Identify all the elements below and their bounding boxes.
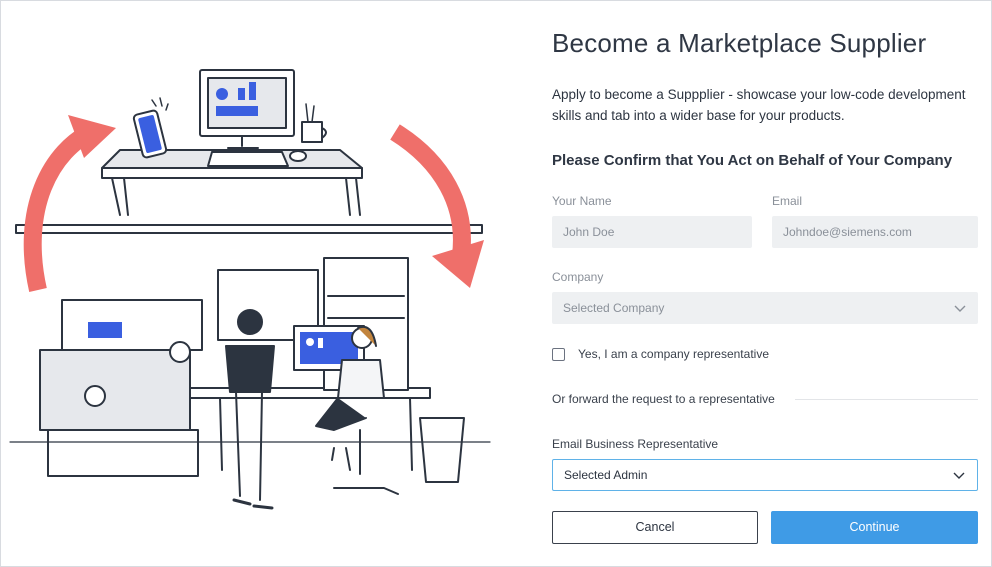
- workspace-illustration: [0, 0, 530, 567]
- chevron-down-icon: [953, 472, 965, 479]
- representative-checkbox-row[interactable]: Yes, I am a company representative: [552, 346, 769, 362]
- name-field[interactable]: John Doe: [552, 216, 752, 248]
- chevron-down-icon: [954, 305, 966, 312]
- page-description: Apply to become a Suppplier - showcase y…: [552, 87, 966, 123]
- company-select[interactable]: Selected Company: [552, 292, 978, 324]
- email-field[interactable]: Johndoe@siemens.com: [772, 216, 978, 248]
- business-rep-select-value: Selected Admin: [564, 468, 648, 482]
- cancel-button[interactable]: Cancel: [552, 511, 758, 544]
- supplier-form-panel: Become a Marketplace Supplier Apply to b…: [552, 0, 978, 567]
- office-illustration: [9, 69, 491, 510]
- business-rep-label: Email Business Representative: [552, 437, 719, 451]
- divider: [795, 399, 978, 400]
- representative-checkbox[interactable]: [552, 347, 565, 361]
- company-label: Company: [552, 270, 604, 284]
- representative-checkbox-label: Yes, I am a company representative: [578, 347, 769, 361]
- forward-request-text: Or forward the request to a representati…: [552, 392, 775, 406]
- confirm-heading: Please Confirm that You Act on Behalf of…: [552, 152, 953, 169]
- page-title: Become a Marketplace Supplier: [552, 28, 927, 58]
- business-rep-select[interactable]: Selected Admin: [552, 459, 978, 491]
- continue-button[interactable]: Continue: [771, 511, 978, 544]
- company-select-value: Selected Company: [563, 301, 665, 315]
- email-label: Email: [772, 194, 803, 208]
- name-label: Your Name: [552, 194, 612, 208]
